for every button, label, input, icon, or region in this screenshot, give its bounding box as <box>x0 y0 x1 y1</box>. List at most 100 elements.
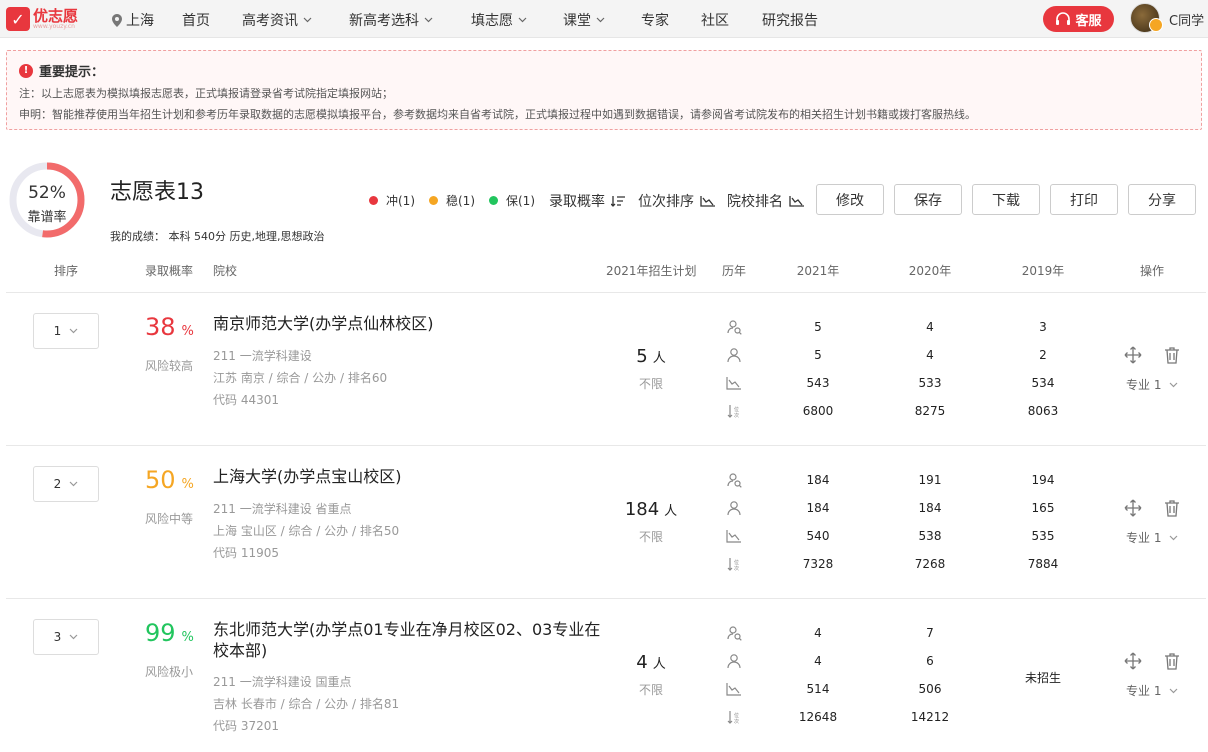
school-tags: 211 一流学科建设 <box>213 349 312 363</box>
risk-level: 风险中等 <box>145 512 194 526</box>
sort-by-rank[interactable]: 位次排序 <box>638 191 716 211</box>
svg-text:位: 位 <box>734 559 739 566</box>
history-value: 5 <box>814 348 822 362</box>
score-trend-icon <box>726 681 742 697</box>
history-value: 12648 <box>798 710 838 724</box>
history-value: 184 <box>806 473 830 487</box>
history-value: 5 <box>814 320 822 334</box>
rank-select[interactable]: 3 <box>33 619 99 655</box>
location-label: 上海 <box>126 13 154 29</box>
reliability-label: 靠谱率 <box>27 210 67 225</box>
table-row: 1 38% 风险较高 南京师范大学(办学点仙林校区) 211 一流学科建设 江苏 南京 /… <box>0 293 1208 446</box>
legend-bao: 保(1) <box>489 192 535 209</box>
header-school: 院校 <box>213 264 238 278</box>
vip-badge-icon <box>1149 18 1163 32</box>
svg-text:次: 次 <box>734 718 739 725</box>
logo-subtext: www.youzy.cn <box>33 22 75 30</box>
history-value: 194 <box>1031 473 1055 487</box>
chevron-down-icon <box>69 634 78 640</box>
legend-chong: 冲(1) <box>369 192 415 209</box>
trash-icon[interactable] <box>1163 346 1181 364</box>
history-value: 4 <box>926 320 934 334</box>
save-button[interactable]: 保存 <box>894 184 962 215</box>
history-value: 533 <box>918 376 942 390</box>
rank-sort-icon: 位次 <box>726 403 742 419</box>
move-icon[interactable] <box>1124 346 1142 364</box>
nav-item-experts[interactable]: 专家 <box>641 10 669 30</box>
school-name[interactable]: 南京师范大学(办学点仙林校区) <box>213 313 603 334</box>
history-value: 514 <box>806 682 830 696</box>
history-value: 535 <box>1031 529 1055 543</box>
history-value: 14212 <box>910 710 950 724</box>
nav-item-classroom[interactable]: 课堂 <box>563 10 605 30</box>
history-value: 6 <box>926 654 934 668</box>
rank-trend-icon <box>700 196 715 207</box>
school-location: 吉林 长春市 / 综合 / 公办 / 排名81 <box>213 697 400 711</box>
move-icon[interactable] <box>1124 652 1142 670</box>
history-value: 543 <box>806 376 830 390</box>
plan-count: 4人 <box>636 652 666 673</box>
history-value: 534 <box>1031 376 1055 390</box>
logo[interactable]: ✓ 优志愿 www.youzy.cn <box>6 6 78 32</box>
score-trend-icon <box>726 528 742 544</box>
admission-probability: 99% <box>145 619 194 647</box>
svg-text:位: 位 <box>734 406 739 413</box>
location-selector[interactable]: 上海 <box>112 10 154 30</box>
sort-by-probability[interactable]: 录取概率 <box>549 191 625 211</box>
chevron-down-icon <box>303 17 312 23</box>
school-name[interactable]: 东北师范大学(办学点01专业在净月校区02、03专业在校本部) <box>213 619 603 661</box>
nav-item-news[interactable]: 高考资讯 <box>242 10 312 30</box>
legend-wen: 稳(1) <box>429 192 475 209</box>
plan-limit: 不限 <box>638 683 663 697</box>
customer-service-label: 客服 <box>1075 13 1102 29</box>
header-history: 历年 <box>722 264 747 278</box>
sort-by-school-rank[interactable]: 院校排名 <box>727 191 805 211</box>
school-name[interactable]: 上海大学(办学点宝山校区) <box>213 466 603 487</box>
move-icon[interactable] <box>1124 499 1142 517</box>
rank-sort-icon: 位次 <box>726 556 742 572</box>
plan-count: 5人 <box>636 346 666 367</box>
chevron-down-icon <box>1170 382 1178 387</box>
search-user-icon <box>726 472 742 488</box>
history-value: 506 <box>918 682 942 696</box>
customer-service-button[interactable]: 客服 <box>1043 6 1114 32</box>
share-button[interactable]: 分享 <box>1128 184 1196 215</box>
school-location: 上海 宝山区 / 综合 / 公办 / 排名50 <box>213 524 400 538</box>
school-code: 代码 37201 <box>213 719 279 733</box>
major-select[interactable]: 专业 1 <box>1126 529 1178 546</box>
rank-sort-icon: 位次 <box>726 709 742 725</box>
major-select[interactable]: 专业 1 <box>1126 376 1178 393</box>
nav-item-fill-volunteer[interactable]: 填志愿 <box>471 10 527 30</box>
user-icon <box>726 347 742 363</box>
not-enrolled-note: 未招生 <box>1024 671 1061 685</box>
school-location: 江苏 南京 / 综合 / 公办 / 排名60 <box>213 371 388 385</box>
download-button[interactable]: 下载 <box>972 184 1040 215</box>
history-value: 8063 <box>1027 404 1059 418</box>
major-select[interactable]: 专业 1 <box>1126 682 1178 699</box>
header-operations: 操作 <box>1140 264 1165 278</box>
chevron-down-icon <box>1170 688 1178 693</box>
nav-item-community[interactable]: 社区 <box>701 10 729 30</box>
admission-probability: 38% <box>145 313 194 341</box>
history-value: 4 <box>814 654 822 668</box>
header-2020: 2020年 <box>908 264 952 278</box>
edit-button[interactable]: 修改 <box>816 184 884 215</box>
rank-select[interactable]: 2 <box>33 466 99 502</box>
print-button[interactable]: 打印 <box>1050 184 1118 215</box>
user-icon <box>726 653 742 669</box>
plan-count: 184 人 <box>624 499 678 520</box>
trash-icon[interactable] <box>1163 499 1181 517</box>
nav-item-subject-selection[interactable]: 新高考选科 <box>349 10 433 30</box>
nav-item-home[interactable]: 首页 <box>182 10 210 30</box>
green-dot-icon <box>489 196 498 205</box>
trash-icon[interactable] <box>1163 652 1181 670</box>
score-trend-icon <box>726 375 742 391</box>
rank-select[interactable]: 1 <box>33 313 99 349</box>
user-name[interactable]: C同学 <box>1169 10 1204 29</box>
sort-icon <box>611 196 625 207</box>
header-2021: 2021年 <box>796 264 840 278</box>
history-value: 538 <box>918 529 942 543</box>
reliability-percent: 52% <box>28 183 66 203</box>
admission-probability: 50% <box>145 466 194 494</box>
nav-item-reports[interactable]: 研究报告 <box>762 10 818 30</box>
